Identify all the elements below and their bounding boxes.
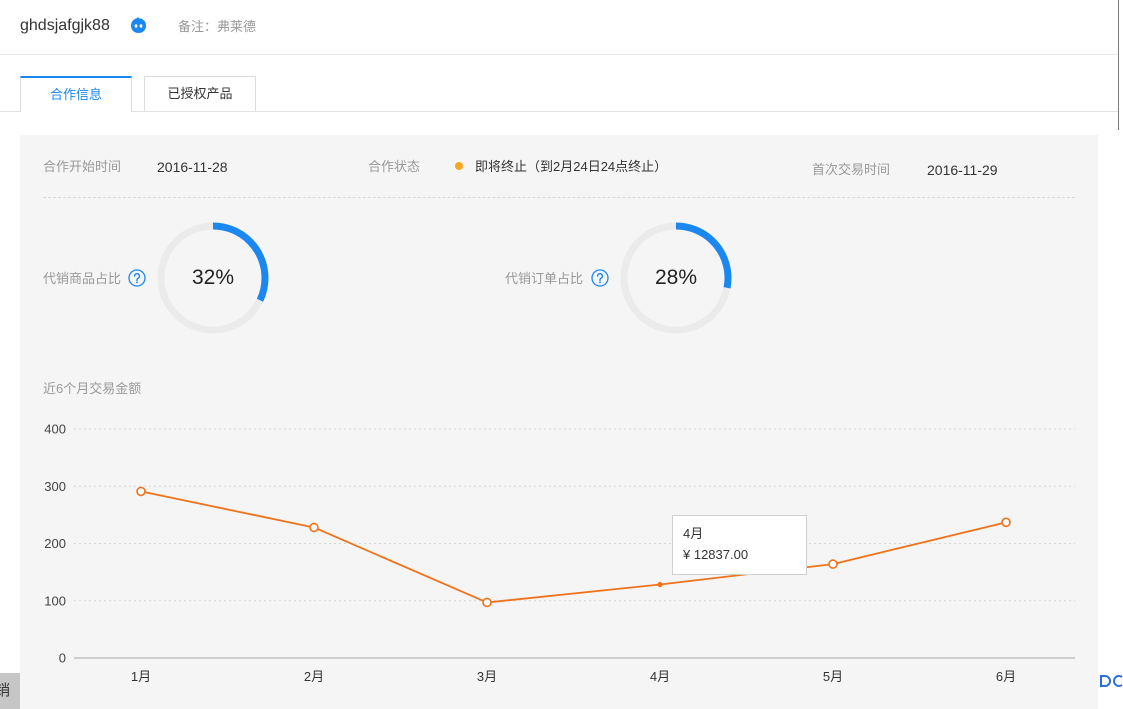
- transaction-line-chart: 0 100 200 300 400 1月 2月 3月 4月 5月 6月: [44, 422, 1075, 684]
- remark: 备注：弗莱德: [178, 18, 256, 36]
- data-point: [1001, 517, 1011, 528]
- status-label: 合作状态: [368, 159, 421, 174]
- help-icon[interactable]: [128, 269, 146, 287]
- data-point: [482, 597, 492, 608]
- y-tick-label: 400: [44, 422, 66, 437]
- remark-label: 备注：: [178, 19, 218, 34]
- x-tick-label: 2月: [304, 669, 324, 684]
- start-date-value: 2016-11-28: [157, 159, 228, 175]
- header-bar: [0, 0, 1118, 55]
- y-tick-label: 200: [44, 536, 66, 551]
- help-icon[interactable]: [591, 269, 609, 287]
- donut-percent-label: 32%: [191, 266, 235, 289]
- tab-cooperation-info[interactable]: 合作信息: [20, 76, 132, 112]
- panel-edge: [1118, 0, 1119, 130]
- donut-percent-label: 28%: [654, 266, 698, 289]
- data-point: [136, 486, 146, 497]
- start-date-label: 合作开始时间: [43, 159, 122, 174]
- series-line: [140, 490, 1007, 604]
- background-text-fragment: 销: [0, 682, 11, 699]
- status-value: 即将终止（到2月24日24点终止）: [475, 159, 668, 174]
- ratio-label-orders: 代销订单占比: [505, 271, 584, 286]
- ratio-label-goods: 代销商品占比: [43, 271, 122, 286]
- y-tick-label: 300: [44, 479, 66, 494]
- y-tick-label: 100: [44, 593, 66, 608]
- x-tick-label: 3月: [477, 669, 497, 684]
- tab-authorized-products[interactable]: 已授权产品: [144, 76, 256, 111]
- x-tick-label: 5月: [823, 669, 843, 684]
- background-icon-fragment: [1100, 675, 1123, 687]
- first-trade-value: 2016-11-29: [927, 162, 998, 178]
- data-point: [309, 522, 319, 533]
- tooltip-category: 4月: [683, 526, 704, 541]
- chat-icon[interactable]: [129, 16, 148, 35]
- partner-username: ghdsjafgjk88: [20, 17, 110, 34]
- remark-value: 弗莱德: [217, 19, 257, 34]
- data-point: [828, 559, 838, 569]
- status-dot: [455, 162, 463, 170]
- tooltip-value: ¥ 12837.00: [683, 547, 749, 562]
- first-trade-label: 首次交易时间: [812, 162, 891, 177]
- chart-title: 近6个月交易金额: [43, 381, 142, 396]
- data-point-active: [657, 581, 663, 588]
- chart-tooltip: 4月 ¥ 12837.00: [672, 515, 807, 575]
- background-page-fragment: 销: [0, 673, 20, 709]
- x-tick-label: 6月: [996, 669, 1016, 684]
- divider: [43, 197, 1075, 198]
- x-tick-label: 1月: [131, 669, 151, 684]
- y-tick-label: 0: [59, 651, 66, 666]
- x-tick-label: 4月: [650, 669, 670, 684]
